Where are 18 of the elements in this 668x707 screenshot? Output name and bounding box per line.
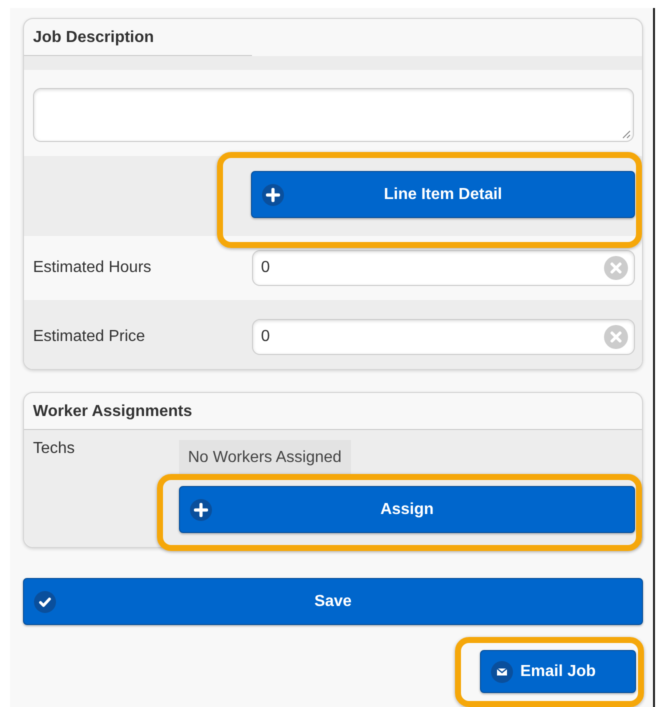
assign-button[interactable]: Assign <box>179 486 635 533</box>
check-icon <box>34 590 56 612</box>
save-button[interactable]: Save <box>23 578 643 625</box>
input-field[interactable]: 0 <box>252 250 635 286</box>
plus-icon <box>262 184 284 206</box>
input-field[interactable]: 0 <box>252 319 635 355</box>
clear-icon[interactable] <box>604 256 628 280</box>
field-label: Estimated Hours <box>33 259 152 277</box>
line-item-detail-button[interactable]: Line Item Detail <box>251 171 635 218</box>
techs-label: Techs <box>33 440 76 459</box>
description-field[interactable] <box>33 88 634 142</box>
resize-grip-icon[interactable] <box>621 129 631 139</box>
plus-icon <box>190 498 212 520</box>
clear-icon[interactable] <box>604 325 628 349</box>
envelope-icon <box>491 660 513 682</box>
status-label: No Workers Assigned <box>179 440 351 475</box>
email-job-button[interactable]: Email Job <box>480 650 636 693</box>
field-label: Estimated Price <box>33 328 146 346</box>
